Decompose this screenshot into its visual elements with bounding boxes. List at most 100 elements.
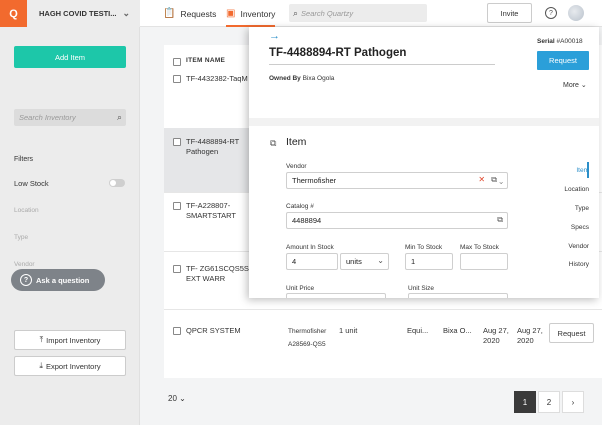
search-icon: ⌕ (116, 112, 122, 122)
catalog-field[interactable]: 4488894 ⧉ (286, 212, 508, 229)
next-page-button[interactable]: › (562, 391, 584, 413)
table-row-name[interactable]: QPCR SYSTEM (186, 326, 241, 336)
question-icon: ? (20, 274, 32, 286)
box-icon: ▣ (226, 8, 236, 19)
tab-requests-label: Requests (180, 8, 217, 19)
tab-inventory[interactable]: ▣ Inventory (226, 0, 276, 27)
download-icon: ⤓ (39, 361, 43, 370)
global-search-input[interactable]: ⌕ Search Quartzy (289, 4, 427, 22)
row-unit: 1 unit (339, 326, 358, 335)
row-checkbox[interactable] (173, 75, 181, 83)
app-logo[interactable]: Q (0, 0, 27, 27)
global-search-placeholder: Search Quartzy (301, 8, 354, 18)
row-name-line2: Pathogen (186, 147, 219, 156)
item-title[interactable]: TF-4488894-RT Pathogen (269, 47, 406, 59)
unit-select-value: units (346, 257, 362, 266)
row-name-line1: TF-A228807- (186, 201, 231, 210)
unit-price-field[interactable] (286, 293, 386, 298)
side-nav-vendor[interactable]: Vendor (568, 243, 589, 250)
row-request-button[interactable]: Request (549, 323, 594, 343)
chevron-down-icon: ⌄ (377, 256, 384, 265)
section-divider (249, 118, 599, 126)
row-divider (164, 309, 602, 310)
org-name: HAGH COVID TESTI... (39, 9, 117, 18)
row-vendor: Thermofisher A28569-QS5 (288, 327, 326, 350)
side-nav-type[interactable]: Type (575, 205, 589, 212)
inventory-search-input[interactable]: Search Inventory ⌕ (14, 109, 126, 126)
table-row-name[interactable]: TF-A228807- SMARTSTART (186, 201, 236, 221)
catalog-value: 4488894 (292, 216, 322, 225)
sidebar: Add Item Search Inventory ⌕ Filters Low … (0, 27, 140, 425)
select-all-checkbox[interactable] (173, 58, 181, 66)
request-button[interactable]: Request (537, 51, 589, 70)
serial-label: Serial (537, 38, 555, 45)
unit-select[interactable]: units ⌄ (340, 253, 389, 270)
more-menu[interactable]: More ⌄ (563, 81, 587, 89)
section-title: Item (286, 136, 307, 148)
owned-by: Owned By Bixa Ogola (269, 75, 334, 82)
side-nav-location[interactable]: Location (564, 186, 589, 193)
min-to-stock-label: Min To Stock (405, 244, 443, 251)
facet-vendor[interactable]: Vendor (14, 261, 35, 268)
avatar[interactable] (568, 5, 584, 21)
min-to-stock-field[interactable]: 1 (405, 253, 453, 270)
unit-size-field[interactable] (408, 293, 508, 298)
page-button-2[interactable]: 2 (538, 391, 560, 413)
row-name-line2: SMARTSTART (186, 211, 237, 220)
import-inventory-button[interactable]: ⤒ Import Inventory (14, 330, 126, 350)
row-checkbox[interactable] (173, 327, 181, 335)
chevron-down-icon: ⌄ (122, 8, 130, 18)
side-nav-history[interactable]: History (569, 261, 589, 268)
amount-in-stock-label: Amount In Stock (286, 244, 334, 251)
row-date-added-line2: 2020 (483, 336, 500, 345)
export-inventory-label: Export Inventory (45, 361, 101, 371)
row-checkbox[interactable] (173, 265, 181, 273)
facet-type[interactable]: Type (14, 234, 28, 241)
vendor-field[interactable]: Thermofisher ✕ ⧉ ⌄ (286, 172, 508, 189)
search-icon: ⌕ (293, 7, 299, 18)
clear-icon[interactable]: ✕ (478, 175, 485, 184)
item-icon: ⧉ (270, 138, 277, 148)
table-row-name[interactable]: TF-4432382-TaqM (186, 74, 248, 84)
row-date-updated-line2: 2020 (517, 336, 534, 345)
per-page-select[interactable]: 20 ⌄ (168, 394, 186, 403)
ask-question-button[interactable]: ? Ask a question (11, 269, 105, 291)
help-icon[interactable]: ? (545, 7, 557, 19)
export-inventory-button[interactable]: ⤓ Export Inventory (14, 356, 126, 376)
row-checkbox[interactable] (173, 138, 181, 146)
page-button-1[interactable]: 1 (514, 391, 536, 413)
owner-name: Bixa Ogola (302, 75, 335, 82)
row-name-line1: TF-4488894-RT (186, 137, 240, 146)
table-row-name[interactable]: TF- ZG61SCQS5S EXT WARR (186, 264, 249, 284)
title-underline (269, 64, 495, 65)
add-item-button[interactable]: Add Item (14, 46, 126, 68)
chevron-down-icon: ⌄ (179, 394, 186, 403)
chevron-down-icon: ⌄ (580, 82, 587, 89)
copy-icon[interactable]: ⧉ (497, 215, 503, 225)
amount-in-stock-field[interactable]: 4 (286, 253, 338, 270)
tab-inventory-label: Inventory (240, 8, 276, 19)
column-header-item-name[interactable]: ITEM NAME (186, 57, 225, 64)
close-panel-arrow-icon[interactable]: → (269, 30, 280, 42)
table-row-name[interactable]: TF-4488894-RT Pathogen (186, 137, 239, 157)
row-owner: Bixa O... (443, 326, 472, 335)
vendor-value: Thermofisher (292, 176, 337, 185)
chevron-down-icon[interactable]: ⌄ (499, 175, 503, 184)
low-stock-label: Low Stock (14, 179, 49, 188)
inventory-search-placeholder: Search Inventory (19, 113, 76, 122)
upload-icon: ⤒ (39, 335, 44, 344)
facet-location[interactable]: Location (14, 207, 39, 214)
invite-button[interactable]: Invite (487, 3, 532, 23)
side-nav-specs[interactable]: Specs (571, 224, 589, 231)
row-type: Equi... (407, 326, 429, 335)
row-date-updated: Aug 27, 2020 (517, 326, 543, 346)
org-switcher[interactable]: HAGH COVID TESTI... ⌄ (27, 0, 140, 27)
tab-requests[interactable]: 📋 Requests (163, 0, 216, 27)
filters-heading: Filters (14, 156, 34, 163)
low-stock-toggle[interactable] (109, 179, 125, 187)
item-detail-panel: → TF-4488894-RT Pathogen Owned By Bixa O… (249, 27, 599, 298)
max-to-stock-field[interactable] (460, 253, 508, 270)
side-nav-item[interactable]: Item (576, 167, 589, 174)
copy-icon[interactable]: ⧉ (491, 175, 497, 184)
row-checkbox[interactable] (173, 202, 181, 210)
